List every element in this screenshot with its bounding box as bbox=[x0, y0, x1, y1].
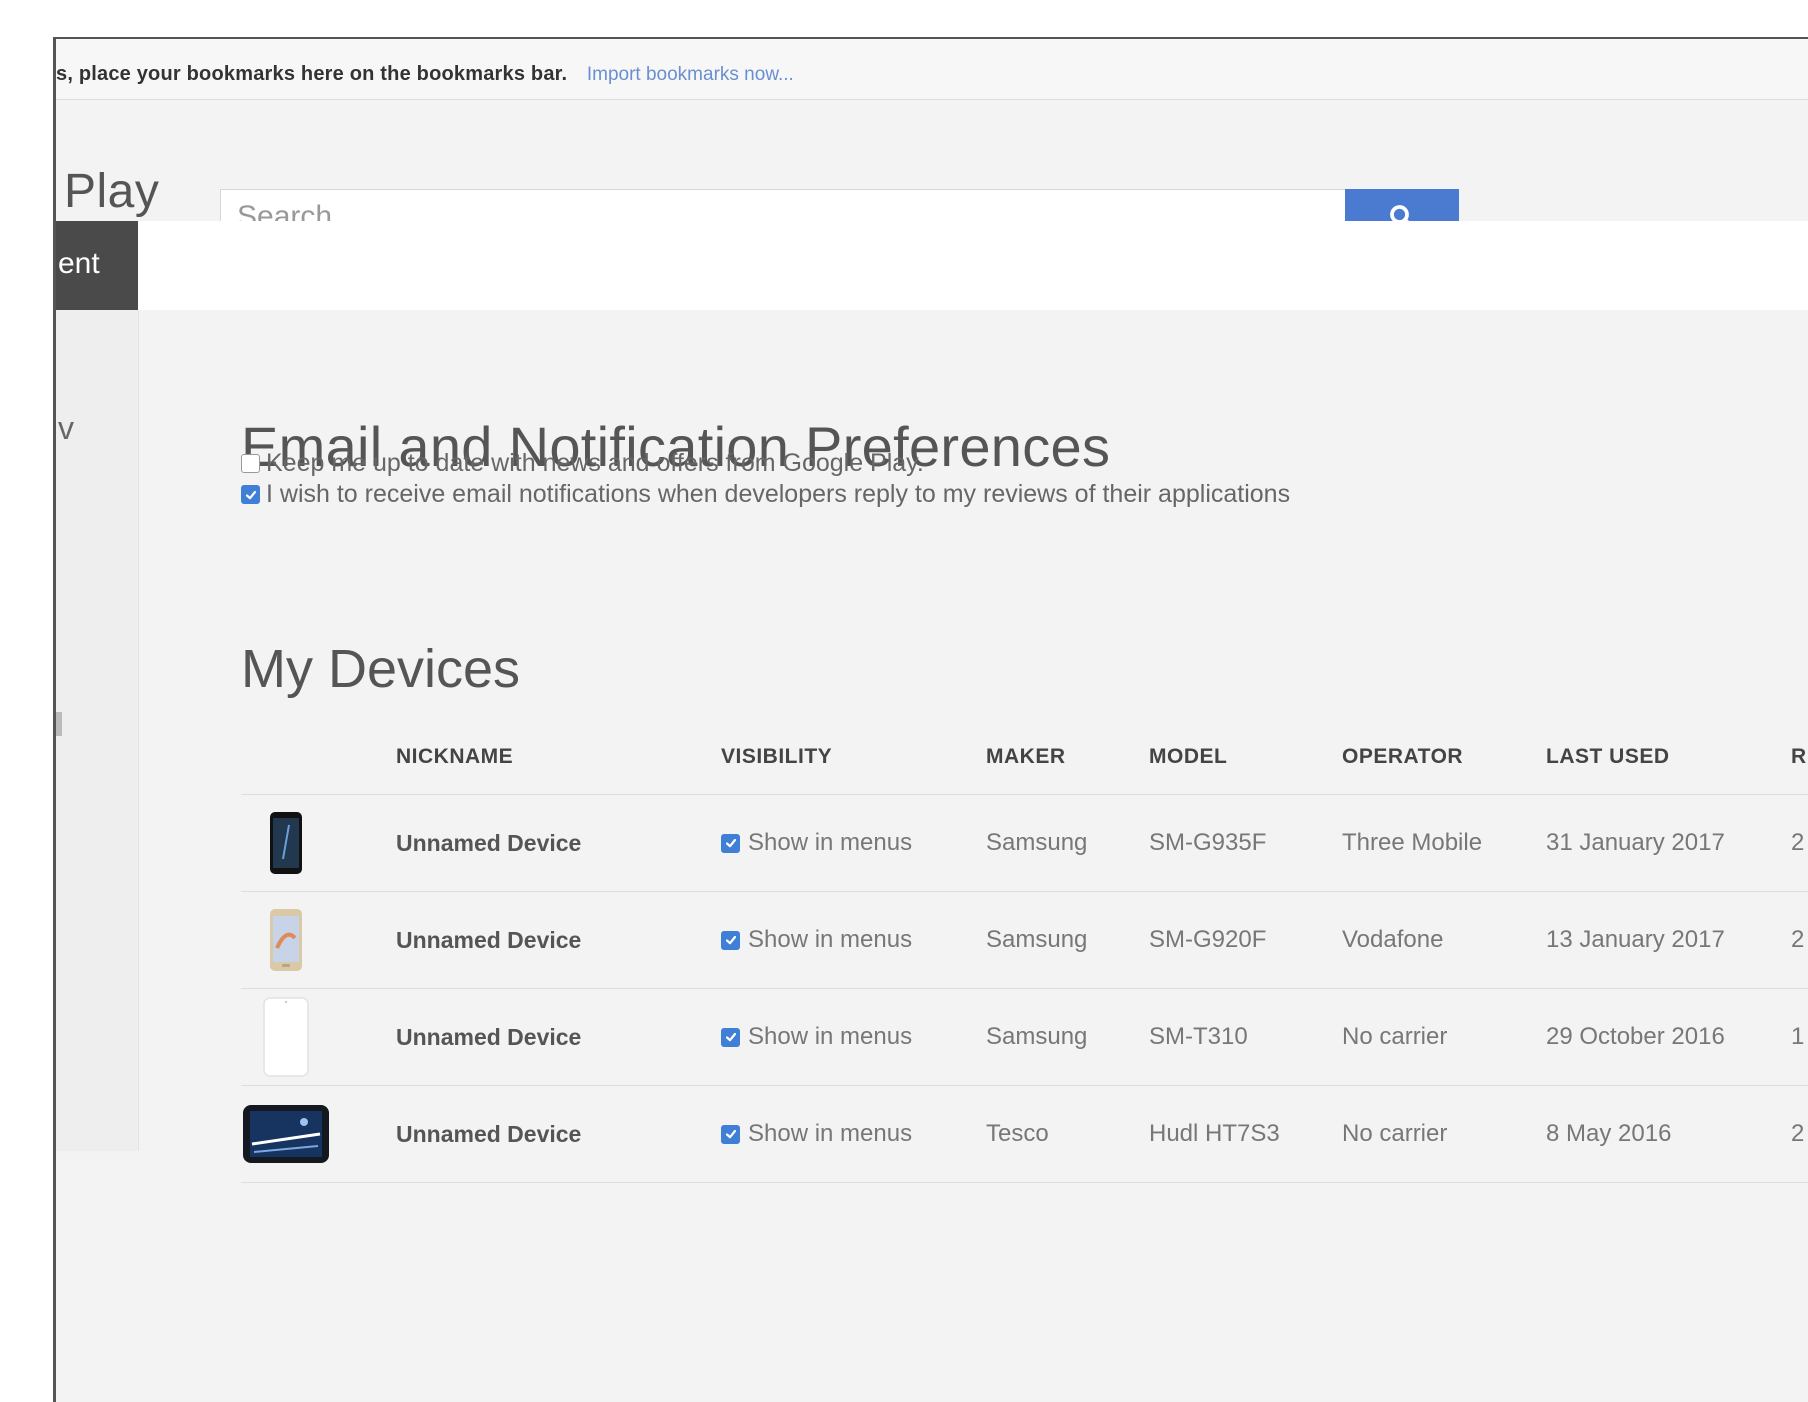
sidebar-item-fragment[interactable]: v bbox=[58, 410, 74, 447]
checkmark-icon bbox=[725, 935, 736, 945]
sidebar: v bbox=[56, 310, 139, 1151]
table-row: Unnamed Device Show in menus Tesco Hudl … bbox=[241, 1085, 1808, 1183]
col-model[interactable]: MODEL bbox=[1149, 719, 1342, 795]
pref-news-offers[interactable]: Keep me up to date with news and offers … bbox=[241, 449, 924, 478]
logo-text[interactable]: Play bbox=[64, 164, 159, 219]
visibility-toggle[interactable]: Show in menus bbox=[721, 829, 986, 857]
visibility-toggle[interactable]: Show in menus bbox=[721, 1120, 986, 1148]
sidebar-item-marker bbox=[56, 712, 62, 736]
col-maker[interactable]: MAKER bbox=[986, 719, 1149, 795]
device-registered: 1 bbox=[1791, 988, 1808, 1086]
device-operator: Three Mobile bbox=[1342, 794, 1546, 892]
table-row: Unnamed Device Show in menus Samsung SM-… bbox=[241, 794, 1808, 892]
device-registered: 2 bbox=[1791, 1085, 1808, 1183]
visibility-label: Show in menus bbox=[748, 926, 913, 953]
tablet-white-icon bbox=[241, 997, 331, 1077]
nav-band bbox=[56, 221, 1808, 310]
device-maker: Samsung bbox=[986, 794, 1149, 892]
devices-title: My Devices bbox=[241, 639, 521, 699]
review-replies-checkbox[interactable] bbox=[241, 485, 260, 504]
visibility-checkbox[interactable] bbox=[721, 833, 740, 853]
visibility-toggle[interactable]: Show in menus bbox=[721, 1023, 986, 1051]
device-operator: No carrier bbox=[1342, 988, 1546, 1086]
col-nickname[interactable]: NICKNAME bbox=[396, 719, 721, 795]
device-nickname[interactable]: Unnamed Device bbox=[396, 891, 721, 989]
device-registered: 2 bbox=[1791, 891, 1808, 989]
checkmark-icon bbox=[725, 1129, 736, 1139]
device-last-used: 8 May 2016 bbox=[1546, 1085, 1791, 1183]
device-maker: Samsung bbox=[986, 988, 1149, 1086]
tablet-landscape-icon bbox=[241, 1094, 331, 1174]
device-maker: Samsung bbox=[986, 891, 1149, 989]
news-offers-label: Keep me up to date with news and offers … bbox=[266, 449, 924, 477]
visibility-checkbox[interactable] bbox=[721, 1124, 740, 1144]
checkmark-icon bbox=[725, 838, 736, 848]
bookmarks-bar: s, place your bookmarks here on the book… bbox=[56, 39, 1808, 100]
col-operator[interactable]: OPERATOR bbox=[1342, 719, 1546, 795]
device-operator: Vodafone bbox=[1342, 891, 1546, 989]
visibility-label: Show in menus bbox=[748, 1120, 913, 1147]
device-model: SM-T310 bbox=[1149, 988, 1342, 1086]
pref-review-replies[interactable]: I wish to receive email notifications wh… bbox=[241, 480, 1290, 509]
review-replies-label: I wish to receive email notifications wh… bbox=[266, 480, 1291, 508]
device-maker: Tesco bbox=[986, 1085, 1149, 1183]
device-model: SM-G935F bbox=[1149, 794, 1342, 892]
checkmark-icon bbox=[725, 1032, 736, 1042]
device-nickname[interactable]: Unnamed Device bbox=[396, 794, 721, 892]
col-image bbox=[241, 719, 396, 795]
table-header-row: NICKNAME VISIBILITY MAKER MODEL OPERATOR… bbox=[241, 719, 1808, 795]
visibility-toggle[interactable]: Show in menus bbox=[721, 926, 986, 954]
device-nickname[interactable]: Unnamed Device bbox=[396, 988, 721, 1086]
col-registered[interactable]: RE bbox=[1791, 719, 1808, 795]
device-model: Hudl HT7S3 bbox=[1149, 1085, 1342, 1183]
visibility-label: Show in menus bbox=[748, 1023, 913, 1050]
device-nickname[interactable]: Unnamed Device bbox=[396, 1085, 721, 1183]
device-last-used: 31 January 2017 bbox=[1546, 794, 1791, 892]
checkmark-icon bbox=[245, 490, 256, 499]
table-row: Unnamed Device Show in menus Samsung SM-… bbox=[241, 988, 1808, 1086]
bookmarks-bar-message: s, place your bookmarks here on the book… bbox=[56, 63, 568, 85]
device-registered: 2 bbox=[1791, 794, 1808, 892]
visibility-label: Show in menus bbox=[748, 829, 913, 856]
device-last-used: 29 October 2016 bbox=[1546, 988, 1791, 1086]
visibility-checkbox[interactable] bbox=[721, 930, 740, 950]
nav-tab-active[interactable]: ent bbox=[56, 221, 138, 310]
device-last-used: 13 January 2017 bbox=[1546, 891, 1791, 989]
browser-window: s, place your bookmarks here on the book… bbox=[53, 37, 1808, 1402]
phone-gold-icon bbox=[241, 900, 331, 980]
news-offers-checkbox[interactable] bbox=[241, 454, 260, 473]
col-visibility[interactable]: VISIBILITY bbox=[721, 719, 986, 795]
devices-table: NICKNAME VISIBILITY MAKER MODEL OPERATOR… bbox=[241, 719, 1808, 1183]
visibility-checkbox[interactable] bbox=[721, 1027, 740, 1047]
device-model: SM-G920F bbox=[1149, 891, 1342, 989]
import-bookmarks-link[interactable]: Import bookmarks now... bbox=[587, 64, 794, 85]
phone-black-icon bbox=[241, 803, 331, 883]
table-row: Unnamed Device Show in menus Samsung SM-… bbox=[241, 891, 1808, 989]
device-operator: No carrier bbox=[1342, 1085, 1546, 1183]
col-last-used[interactable]: LAST USED bbox=[1546, 719, 1791, 795]
